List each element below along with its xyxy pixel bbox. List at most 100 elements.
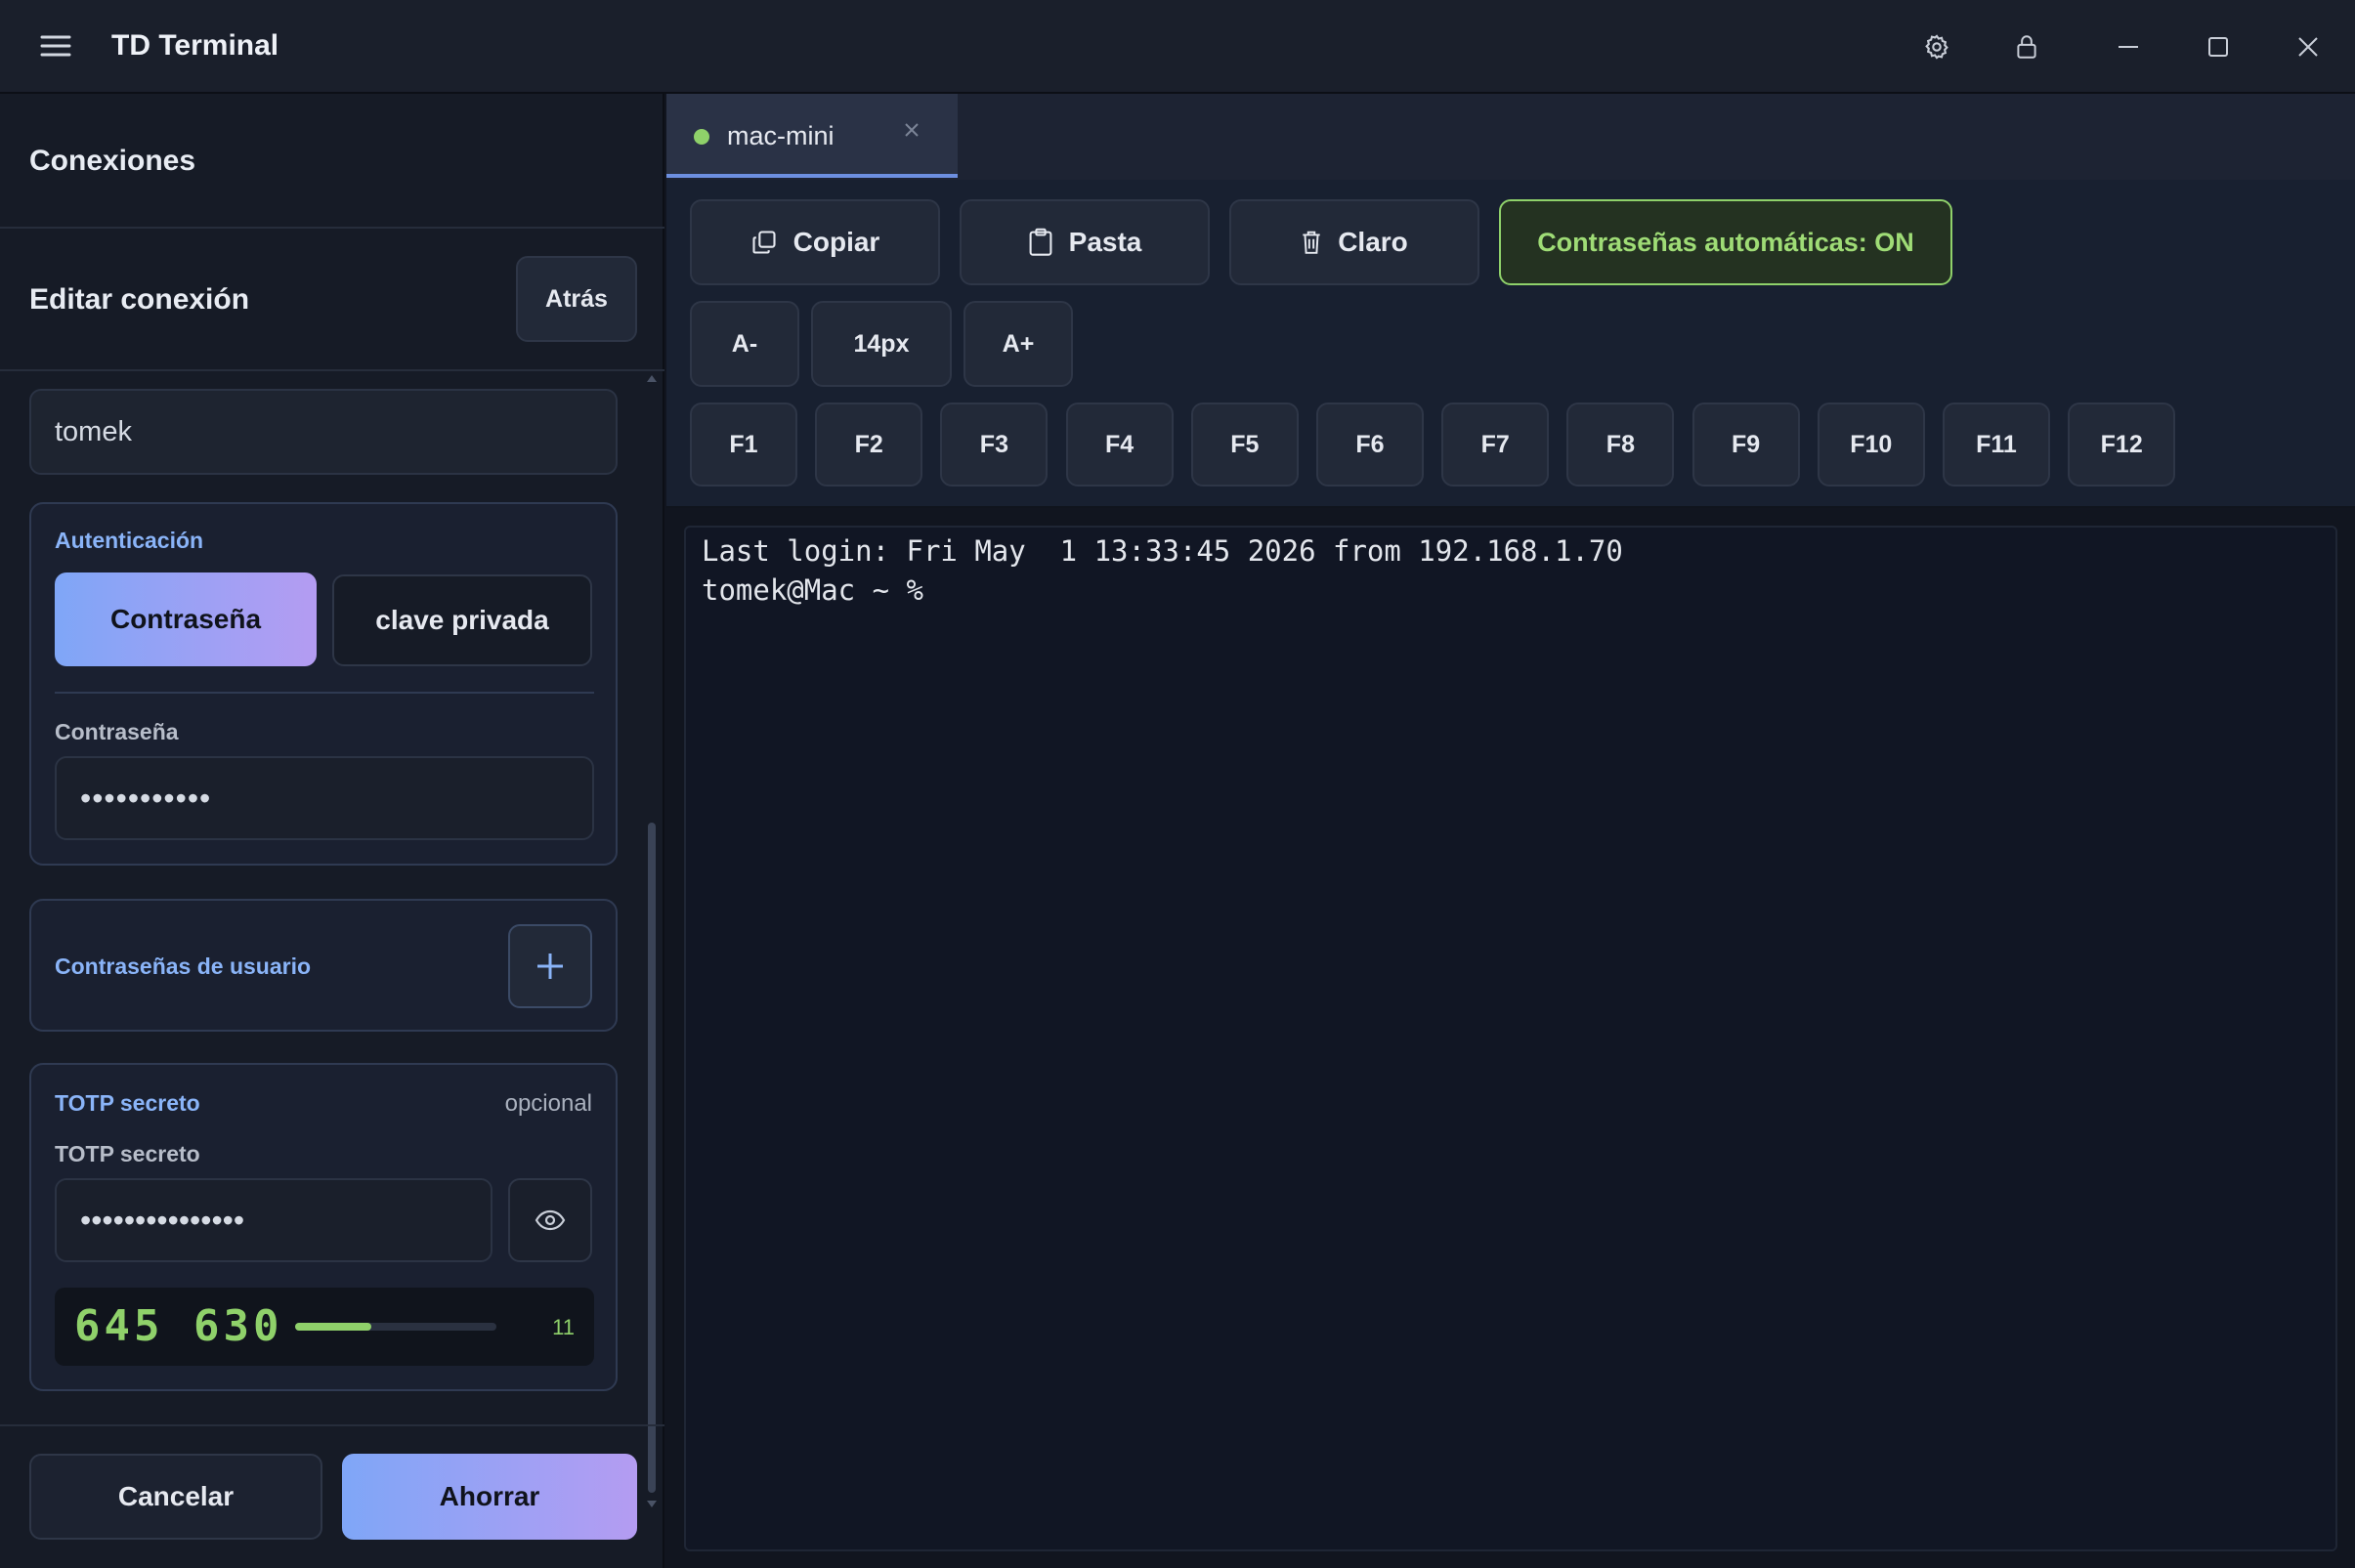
fkey-label: F1	[729, 430, 758, 458]
password-value: •••••••••••	[80, 780, 212, 816]
username-value: tomek	[55, 415, 132, 447]
totp-secret-field[interactable]: •••••••••••••••	[55, 1178, 492, 1262]
fkey-f4-button[interactable]: F4	[1065, 403, 1174, 487]
totp-seconds-left: 11	[552, 1315, 575, 1339]
connections-panel: Conexiones Editar conexión Atrás tomek A…	[0, 94, 664, 1568]
auth-option-private-key[interactable]: clave privada	[332, 574, 592, 666]
edit-connection-title: Editar conexión	[29, 283, 250, 316]
font-size-label: 14px	[853, 329, 910, 358]
back-label: Atrás	[545, 284, 608, 313]
fkey-f8-button[interactable]: F8	[1566, 403, 1675, 487]
tab-mac-mini[interactable]: mac-mini	[666, 94, 958, 178]
title-bar: TD Terminal	[0, 0, 2355, 94]
hamburger-menu-icon[interactable]	[39, 29, 72, 63]
close-window-icon[interactable]	[2263, 0, 2353, 94]
fkey-f9-button[interactable]: F9	[1691, 403, 1800, 487]
divider	[55, 692, 594, 694]
scrollbar[interactable]	[645, 373, 659, 1516]
settings-gear-icon[interactable]	[1892, 0, 1982, 94]
section-title: Conexiones	[29, 145, 196, 177]
add-user-password-button[interactable]	[508, 924, 592, 1008]
password-label: Contraseña	[55, 719, 179, 744]
fkey-label: F12	[2100, 430, 2143, 458]
font-decrease-label: A-	[731, 329, 758, 358]
clipboard-icon	[1029, 228, 1052, 256]
fkey-label: F2	[854, 430, 883, 458]
clear-label: Claro	[1338, 227, 1408, 257]
auth-option-label: clave privada	[375, 605, 549, 635]
font-increase-button[interactable]: A+	[963, 301, 1073, 387]
status-dot-icon	[694, 129, 709, 145]
fkey-f6-button[interactable]: F6	[1316, 403, 1424, 487]
totp-code-box: 645 630 11	[55, 1288, 594, 1366]
function-keys-row: F1 F2 F3 F4 F5 F6 F7 F8 F9 F10 F11 F12	[690, 403, 2176, 490]
totp-field-label: TOTP secreto	[55, 1141, 200, 1166]
fkey-f7-button[interactable]: F7	[1441, 403, 1550, 487]
app-title: TD Terminal	[111, 29, 279, 62]
terminal-line: Last login: Fri May 1 13:33:45 2026 from…	[702, 534, 1623, 568]
clear-button[interactable]: Claro	[1229, 199, 1479, 285]
maximize-icon[interactable]	[2173, 0, 2263, 94]
save-button[interactable]: Ahorrar	[342, 1454, 637, 1540]
font-size-display: 14px	[811, 301, 952, 387]
scroll-up-arrow-icon[interactable]	[647, 375, 657, 382]
user-passwords-card: Contraseñas de usuario	[29, 899, 618, 1032]
fkey-f12-button[interactable]: F12	[2068, 403, 2176, 487]
paste-label: Pasta	[1068, 227, 1142, 257]
fkey-f5-button[interactable]: F5	[1190, 403, 1299, 487]
copy-label: Copiar	[792, 227, 880, 257]
fkey-label: F4	[1105, 430, 1135, 458]
fkey-label: F3	[979, 430, 1008, 458]
toggle-visibility-button[interactable]	[508, 1178, 592, 1262]
copy-icon	[752, 231, 776, 254]
totp-code: 645 630	[74, 1301, 283, 1351]
user-passwords-label: Contraseñas de usuario	[55, 954, 312, 979]
scrollbar-thumb[interactable]	[648, 823, 656, 1493]
username-field[interactable]: tomek	[29, 389, 618, 475]
auth-option-password[interactable]: Contraseña	[55, 572, 317, 666]
fkey-label: F10	[1850, 430, 1893, 458]
back-button[interactable]: Atrás	[516, 256, 637, 342]
scroll-down-arrow-icon[interactable]	[647, 1501, 657, 1507]
minimize-icon[interactable]	[2083, 0, 2173, 94]
fkey-f11-button[interactable]: F11	[1943, 403, 2050, 487]
eye-icon	[535, 1209, 566, 1231]
divider	[0, 1424, 664, 1426]
cancel-label: Cancelar	[117, 1481, 235, 1511]
totp-title: TOTP secreto	[55, 1090, 200, 1116]
totp-progress-fill	[295, 1323, 372, 1331]
lock-icon[interactable]	[1982, 0, 2072, 94]
tab-label: mac-mini	[727, 121, 835, 150]
fkey-label: F5	[1230, 430, 1260, 458]
terminal-toolbar: Copiar Pasta Claro Contraseñas automátic…	[666, 180, 2355, 508]
password-field[interactable]: •••••••••••	[55, 756, 594, 840]
paste-button[interactable]: Pasta	[960, 199, 1210, 285]
divider	[0, 369, 664, 371]
totp-optional-label: opcional	[504, 1090, 592, 1117]
totp-secret-value: •••••••••••••••	[80, 1202, 245, 1238]
auth-option-label: Contraseña	[109, 604, 262, 634]
fkey-f3-button[interactable]: F3	[940, 403, 1049, 487]
auth-title: Autenticación	[55, 528, 204, 553]
cancel-button[interactable]: Cancelar	[29, 1454, 322, 1540]
save-label: Ahorrar	[439, 1481, 540, 1511]
totp-progress-track	[295, 1323, 496, 1331]
trash-icon	[1303, 231, 1320, 254]
terminal-line: tomek@Mac ~ %	[702, 573, 941, 607]
totp-card: TOTP secreto opcional TOTP secreto •••••…	[29, 1063, 618, 1391]
copy-button[interactable]: Copiar	[690, 199, 940, 285]
fkey-f1-button[interactable]: F1	[690, 403, 797, 487]
fkey-f2-button[interactable]: F2	[815, 403, 923, 487]
fkey-label: F8	[1606, 430, 1635, 458]
terminal-output[interactable]: Last login: Fri May 1 13:33:45 2026 from…	[684, 526, 2337, 1551]
fkey-f10-button[interactable]: F10	[1817, 403, 1925, 487]
auth-card: Autenticación Contraseña clave privada C…	[29, 502, 618, 866]
auto-passwords-toggle[interactable]: Contraseñas automáticas: ON	[1499, 199, 1952, 285]
fkey-label: F6	[1355, 430, 1385, 458]
font-increase-label: A+	[1002, 329, 1035, 358]
fkey-label: F7	[1480, 430, 1510, 458]
plus-icon	[537, 954, 563, 979]
auto-passwords-label: Contraseñas automáticas: ON	[1537, 227, 1914, 257]
close-tab-icon[interactable]	[901, 119, 924, 143]
font-decrease-button[interactable]: A-	[690, 301, 799, 387]
